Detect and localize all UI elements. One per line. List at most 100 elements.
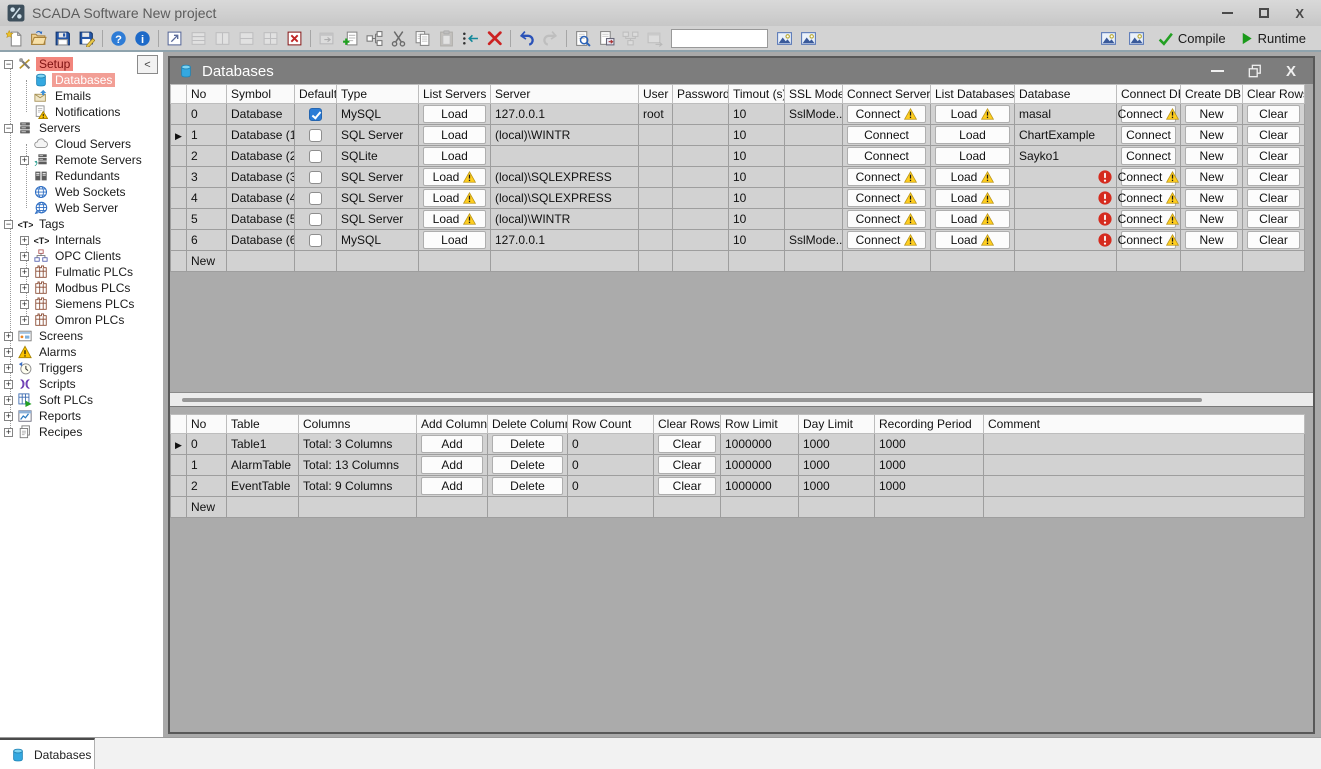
empty-cell[interactable] xyxy=(931,251,1015,272)
empty-cell[interactable] xyxy=(729,251,785,272)
tree-item-databases[interactable]: Databases xyxy=(0,72,163,88)
empty-cell[interactable] xyxy=(491,251,639,272)
create-db-new-button[interactable]: New xyxy=(1185,168,1238,186)
empty-cell[interactable] xyxy=(673,251,729,272)
empty-cell[interactable] xyxy=(568,497,654,518)
cell-password[interactable] xyxy=(673,125,729,146)
tree-expander-plus[interactable]: + xyxy=(4,364,13,373)
cell-table-name[interactable]: Table1 xyxy=(227,434,299,455)
connect-db-button[interactable]: Connect xyxy=(1121,189,1176,207)
default-checkbox[interactable] xyxy=(309,192,322,205)
cell-timeout[interactable]: 10 xyxy=(729,104,785,125)
add-column-button[interactable]: Add xyxy=(421,456,483,474)
cell-database[interactable]: ChartExample xyxy=(1015,125,1117,146)
empty-cell[interactable] xyxy=(227,497,299,518)
create-db-new-button[interactable]: New xyxy=(1185,210,1238,228)
empty-cell[interactable] xyxy=(654,497,721,518)
default-checkbox[interactable] xyxy=(309,108,322,121)
add-column-button[interactable]: Add xyxy=(421,477,483,495)
cell-user[interactable] xyxy=(639,209,673,230)
column-header-comment[interactable]: Comment xyxy=(984,415,1305,434)
list-databases-load-button[interactable]: Load xyxy=(935,147,1010,165)
runtime-button[interactable]: Runtime xyxy=(1235,31,1310,46)
image-button[interactable] xyxy=(1097,27,1120,49)
column-header-list-databases[interactable]: List Databases xyxy=(931,85,1015,104)
cell-server[interactable]: (local)\SQLEXPRESS xyxy=(491,188,639,209)
column-header-clear-rows[interactable]: Clear Rows xyxy=(654,415,721,434)
tree-expander-plus[interactable]: + xyxy=(20,252,29,261)
empty-cell[interactable] xyxy=(417,497,488,518)
clear-rows-button[interactable]: Clear xyxy=(1247,189,1300,207)
cell-database[interactable] xyxy=(1015,188,1117,209)
databases-close-button[interactable]: X xyxy=(1286,64,1296,79)
cell-ssl-mode[interactable]: SslMode... xyxy=(785,104,843,125)
cell-comment[interactable] xyxy=(984,476,1305,497)
create-db-new-button[interactable]: New xyxy=(1185,147,1238,165)
cell-no-new[interactable]: New xyxy=(187,251,227,272)
tree-expander-plus[interactable]: + xyxy=(20,236,29,245)
undo-button[interactable] xyxy=(515,27,538,49)
column-header-password[interactable]: Password xyxy=(673,85,729,104)
insert-reference-button[interactable] xyxy=(459,27,482,49)
empty-cell[interactable] xyxy=(799,497,875,518)
cell-row-limit[interactable]: 1000000 xyxy=(721,434,799,455)
connect-db-button[interactable]: Connect xyxy=(1121,105,1176,123)
cell-no-new[interactable]: New xyxy=(187,497,227,518)
tree-item-opc-clients[interactable]: +OPC Clients xyxy=(0,248,163,264)
tree-expander-plus[interactable]: + xyxy=(20,284,29,293)
open-project-button[interactable] xyxy=(27,27,50,49)
cell-recording-period[interactable]: 1000 xyxy=(875,476,984,497)
cell-default[interactable] xyxy=(295,230,337,251)
cell-row-count[interactable]: 0 xyxy=(568,434,654,455)
tree-item-servers[interactable]: −Servers xyxy=(0,120,163,136)
column-header-delete-column[interactable]: Delete Column xyxy=(488,415,568,434)
list-servers-load-button[interactable]: Load xyxy=(423,231,486,249)
cell-database[interactable] xyxy=(1015,167,1117,188)
column-header-type[interactable]: Type xyxy=(337,85,419,104)
link-item-button[interactable] xyxy=(363,27,386,49)
new-table-row[interactable]: New xyxy=(171,497,1305,518)
cell-default[interactable] xyxy=(295,125,337,146)
cell-server[interactable]: 127.0.0.1 xyxy=(491,230,639,251)
cell-ssl-mode[interactable] xyxy=(785,209,843,230)
cell-timeout[interactable]: 10 xyxy=(729,230,785,251)
save-edit-button[interactable] xyxy=(75,27,98,49)
cell-password[interactable] xyxy=(673,146,729,167)
cell-user[interactable] xyxy=(639,125,673,146)
app-maximize-button[interactable] xyxy=(1259,8,1269,18)
copy-button[interactable] xyxy=(411,27,434,49)
default-checkbox[interactable] xyxy=(309,171,322,184)
cut-button[interactable] xyxy=(387,27,410,49)
cell-user[interactable] xyxy=(639,146,673,167)
column-header-add-column[interactable]: Add Column xyxy=(417,415,488,434)
empty-cell[interactable] xyxy=(1243,251,1305,272)
cell-type[interactable]: SQL Server xyxy=(337,209,419,230)
connect-db-button[interactable]: Connect xyxy=(1121,147,1176,165)
default-checkbox[interactable] xyxy=(309,234,322,247)
cell-no[interactable]: 0 xyxy=(187,434,227,455)
tree-expander-plus[interactable]: + xyxy=(4,380,13,389)
tree-item-reports[interactable]: +Reports xyxy=(0,408,163,424)
cell-password[interactable] xyxy=(673,230,729,251)
info-button[interactable]: i xyxy=(131,27,154,49)
cell-server[interactable]: 127.0.0.1 xyxy=(491,104,639,125)
cell-type[interactable]: SQL Server xyxy=(337,125,419,146)
tree-expander-plus[interactable]: + xyxy=(4,412,13,421)
cell-symbol[interactable]: Database (3) xyxy=(227,167,295,188)
cell-type[interactable]: SQL Server xyxy=(337,167,419,188)
create-db-new-button[interactable]: New xyxy=(1185,231,1238,249)
tree-item-modbus-plcs[interactable]: +Modbus PLCs xyxy=(0,280,163,296)
list-servers-load-button[interactable]: Load xyxy=(423,147,486,165)
connect-server-button[interactable]: Connect xyxy=(847,210,926,228)
clear-rows-button[interactable]: Clear xyxy=(1247,147,1300,165)
cell-server[interactable]: (local)\WINTR xyxy=(491,125,639,146)
cell-symbol[interactable]: Database (6) xyxy=(227,230,295,251)
column-header-list-servers[interactable]: List Servers xyxy=(419,85,491,104)
cell-password[interactable] xyxy=(673,209,729,230)
tree-item-internals[interactable]: +<T>Internals xyxy=(0,232,163,248)
tree-expander-minus[interactable]: − xyxy=(4,60,13,69)
cell-database[interactable] xyxy=(1015,230,1117,251)
connect-db-button[interactable]: Connect xyxy=(1121,231,1176,249)
empty-cell[interactable] xyxy=(785,251,843,272)
default-checkbox[interactable] xyxy=(309,150,322,163)
